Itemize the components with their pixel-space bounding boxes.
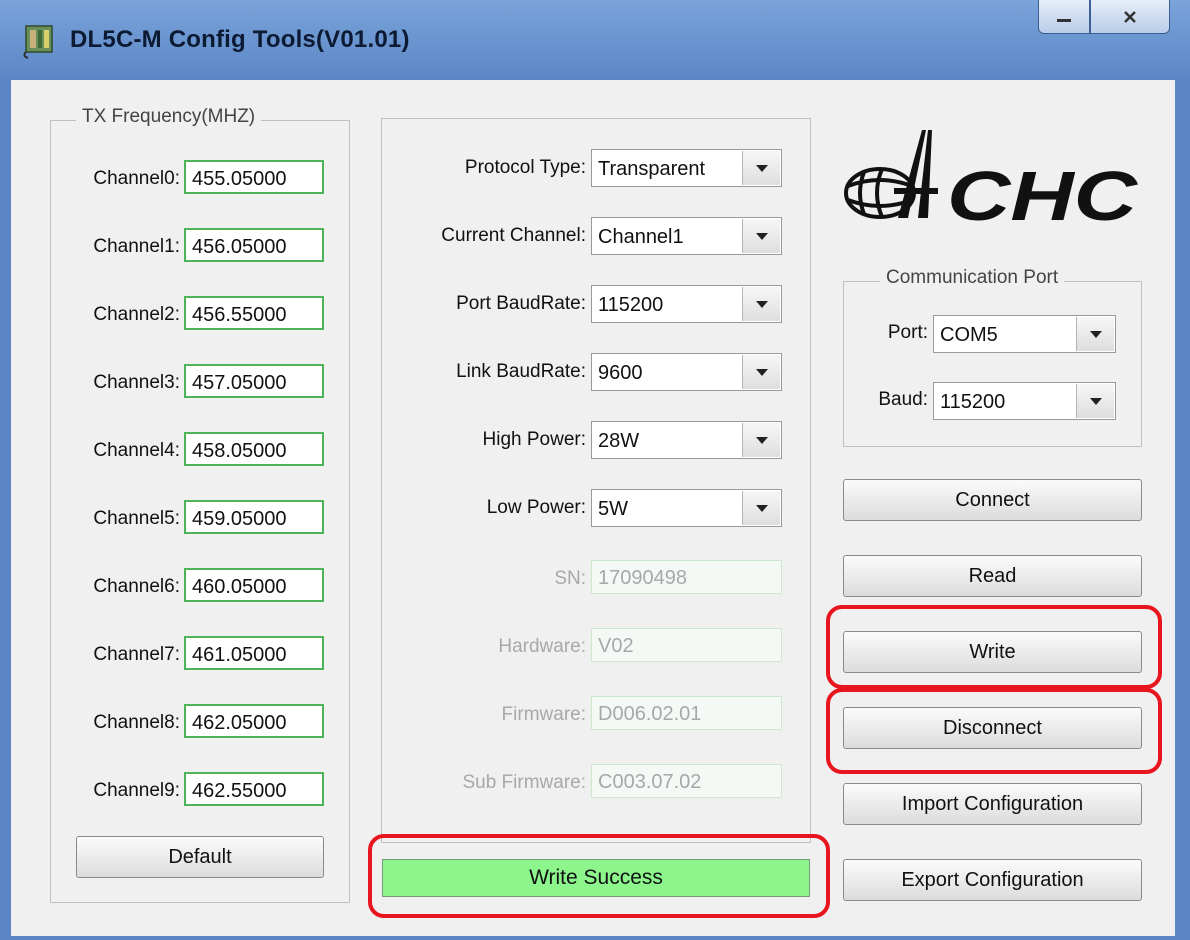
app-window: DL5C-M Config Tools(V01.01) TX Frequency… xyxy=(0,0,1190,940)
channel8-field[interactable]: 462.05000 xyxy=(184,704,324,738)
minimize-icon xyxy=(1057,18,1071,22)
port-baudrate-label: Port BaudRate: xyxy=(456,293,586,314)
export-configuration-button[interactable]: Export Configuration xyxy=(843,859,1142,901)
import-configuration-button[interactable]: Import Configuration xyxy=(843,783,1142,825)
channel8-label: Channel8: xyxy=(93,712,180,733)
channel3-label: Channel3: xyxy=(93,372,180,393)
channel6-label: Channel6: xyxy=(93,576,180,597)
chevron-down-icon xyxy=(755,164,768,172)
port-select[interactable]: COM5 xyxy=(933,315,1116,353)
baud-value: 115200 xyxy=(940,391,1006,413)
channel5-field[interactable]: 459.05000 xyxy=(184,500,324,534)
close-button[interactable] xyxy=(1090,0,1170,34)
firmware-label: Firmware: xyxy=(501,704,586,725)
channel7-label: Channel7: xyxy=(93,644,180,665)
protocol-type-select[interactable]: Transparent xyxy=(591,149,782,187)
low-power-select[interactable]: 5W xyxy=(591,489,782,527)
low-power-label: Low Power: xyxy=(486,497,586,518)
write-highlight xyxy=(826,605,1162,689)
channel5-label: Channel5: xyxy=(93,508,180,529)
chevron-down-icon xyxy=(755,368,768,376)
channel0-field[interactable]: 455.05000 xyxy=(184,160,324,194)
current-channel-select[interactable]: Channel1 xyxy=(591,217,782,255)
channel2-field[interactable]: 456.55000 xyxy=(184,296,324,330)
channel9-label: Channel9: xyxy=(93,780,180,801)
communication-port-legend: Communication Port xyxy=(880,267,1065,289)
firmware-field: D006.02.01 xyxy=(591,696,782,730)
chc-logo: CHC xyxy=(844,130,1139,228)
hardware-field: V02 xyxy=(591,628,782,662)
low-power-dropdown-button[interactable] xyxy=(742,491,780,525)
link-baudrate-select[interactable]: 9600 xyxy=(591,353,782,391)
link-baudrate-label: Link BaudRate: xyxy=(456,361,586,382)
baud-label: Baud: xyxy=(878,389,928,410)
current-channel-dropdown-button[interactable] xyxy=(742,219,780,253)
link-baudrate-value: 9600 xyxy=(598,362,643,384)
high-power-value: 28W xyxy=(598,430,640,452)
protocol-type-label: Protocol Type: xyxy=(464,157,586,178)
high-power-label: High Power: xyxy=(482,429,587,450)
status-highlight xyxy=(368,834,830,918)
channel0-label: Channel0: xyxy=(93,168,180,189)
window-title: DL5C-M Config Tools(V01.01) xyxy=(70,26,410,53)
channel3-field[interactable]: 457.05000 xyxy=(184,364,324,398)
minimize-button[interactable] xyxy=(1038,0,1090,34)
current-channel-label: Current Channel: xyxy=(441,225,586,246)
default-button[interactable]: Default xyxy=(76,836,324,878)
link-baudrate-dropdown-button[interactable] xyxy=(742,355,780,389)
chevron-down-icon xyxy=(755,504,768,512)
channel1-field[interactable]: 456.05000 xyxy=(184,228,324,262)
communication-port-group xyxy=(843,281,1142,447)
channel9-field[interactable]: 462.55000 xyxy=(184,772,324,806)
port-label: Port: xyxy=(887,322,928,343)
channel1-label: Channel1: xyxy=(93,236,180,257)
current-channel-value: Channel1 xyxy=(598,226,684,248)
hardware-label: Hardware: xyxy=(498,636,586,657)
channel7-field[interactable]: 461.05000 xyxy=(184,636,324,670)
protocol-type-dropdown-button[interactable] xyxy=(742,151,780,185)
baud-dropdown-button[interactable] xyxy=(1076,384,1114,418)
chevron-down-icon xyxy=(755,232,768,240)
channel2-label: Channel2: xyxy=(93,304,180,325)
disconnect-highlight xyxy=(826,688,1162,774)
protocol-type-value: Transparent xyxy=(598,158,706,180)
close-icon xyxy=(1124,10,1136,23)
chevron-down-icon xyxy=(755,300,768,308)
logo-text: CHC xyxy=(947,157,1139,228)
low-power-value: 5W xyxy=(598,498,628,520)
port-baudrate-dropdown-button[interactable] xyxy=(742,287,780,321)
high-power-select[interactable]: 28W xyxy=(591,421,782,459)
sub-firmware-label: Sub Firmware: xyxy=(462,772,586,793)
tx-frequency-legend: TX Frequency(MHZ) xyxy=(76,106,262,128)
high-power-dropdown-button[interactable] xyxy=(742,423,780,457)
chevron-down-icon xyxy=(1089,397,1102,405)
channel4-field[interactable]: 458.05000 xyxy=(184,432,324,466)
channel4-label: Channel4: xyxy=(93,440,180,461)
port-baudrate-select[interactable]: 115200 xyxy=(591,285,782,323)
chevron-down-icon xyxy=(755,436,768,444)
caption-buttons xyxy=(1030,0,1170,36)
port-baudrate-value: 115200 xyxy=(598,294,664,316)
channel6-field[interactable]: 460.05000 xyxy=(184,568,324,602)
baud-select[interactable]: 115200 xyxy=(933,382,1116,420)
title-bar[interactable]: DL5C-M Config Tools(V01.01) xyxy=(0,0,1190,80)
sn-label: SN: xyxy=(554,568,586,589)
sn-field: 17090498 xyxy=(591,560,782,594)
app-icon xyxy=(23,25,53,59)
port-dropdown-button[interactable] xyxy=(1076,317,1114,351)
connect-button[interactable]: Connect xyxy=(843,479,1142,521)
read-button[interactable]: Read xyxy=(843,555,1142,597)
port-value: COM5 xyxy=(940,324,998,346)
sub-firmware-field: C003.07.02 xyxy=(591,764,782,798)
chevron-down-icon xyxy=(1089,330,1102,338)
